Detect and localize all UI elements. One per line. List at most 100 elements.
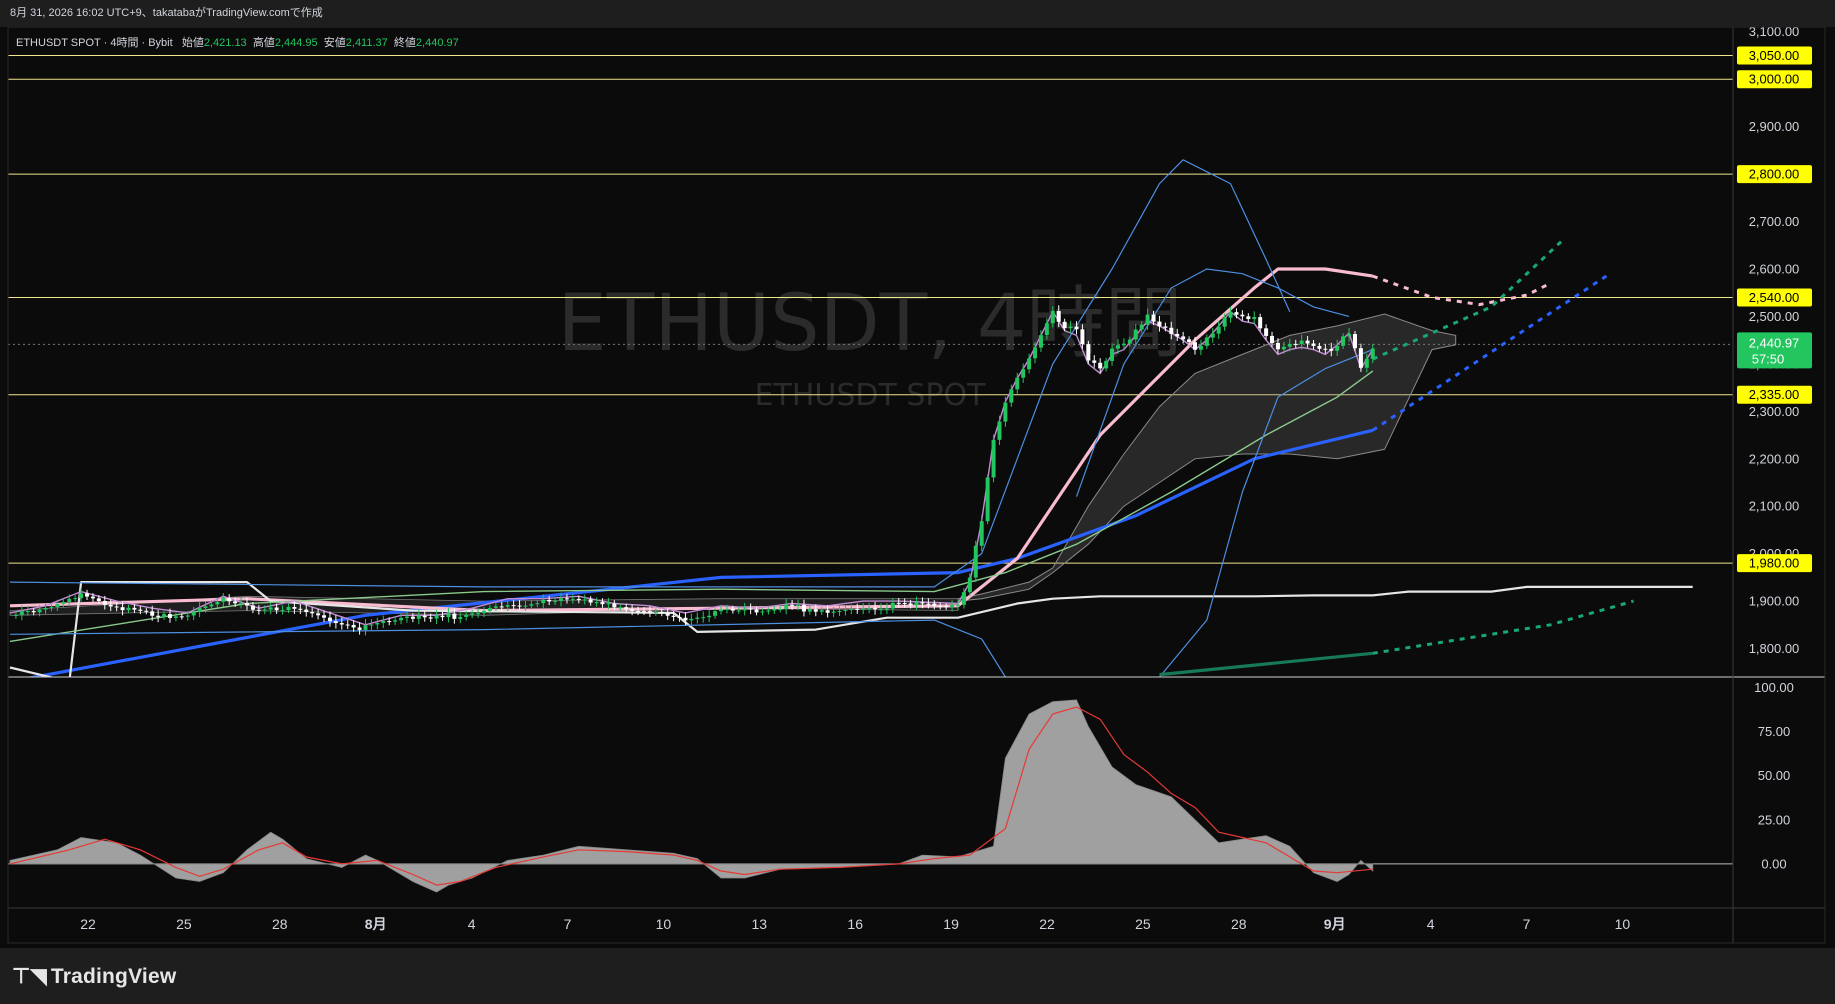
candle-up (13, 614, 18, 616)
candle-up (831, 611, 836, 613)
candle-up (262, 609, 267, 611)
candle-down (938, 606, 943, 608)
candle-down (144, 610, 149, 612)
time-tick-label: 16 (847, 916, 863, 932)
candle-up (215, 601, 220, 605)
time-tick-label: 19 (943, 916, 959, 932)
candle-up (505, 605, 510, 607)
candle-down (1305, 340, 1310, 344)
candle-up (849, 608, 854, 611)
candle-down (636, 610, 641, 612)
candle-up (991, 439, 996, 478)
candle-up (25, 611, 30, 613)
candle-up (618, 607, 623, 609)
candle-up (760, 611, 765, 613)
candle-up (890, 602, 895, 609)
chart-background (0, 0, 1835, 948)
candle-down (138, 609, 143, 611)
candle-up (1364, 358, 1369, 368)
price-tick-label: 1,800.00 (1749, 641, 1800, 656)
candle-up (1281, 346, 1286, 350)
candle-down (671, 615, 676, 617)
candle-up (695, 617, 700, 619)
candle-down (926, 603, 931, 605)
osc-tick-label: 0.00 (1761, 856, 1786, 871)
candle-up (399, 617, 404, 621)
high-value: 2,444.95 (274, 37, 318, 49)
candle-down (156, 615, 161, 617)
countdown-label: 57:50 (1752, 351, 1785, 366)
candle-up (1228, 312, 1233, 318)
time-tick-label: 13 (752, 916, 768, 932)
candle-up (594, 602, 599, 604)
candle-up (559, 598, 564, 602)
candle-up (369, 624, 374, 626)
time-tick-label: 22 (80, 916, 96, 932)
header-caption-bar: 8月 31, 2026 16:02 UTC+9、takatabaがTrading… (0, 0, 1835, 27)
candle-up (1104, 360, 1109, 369)
candle-up (464, 614, 469, 617)
candle-down (677, 616, 682, 618)
candle-down (564, 598, 569, 600)
candle-up (1252, 317, 1257, 320)
tradingview-icon: ⊤◥ (12, 965, 47, 988)
candle-down (108, 604, 113, 607)
level-tag-label: 3,000.00 (1749, 72, 1800, 87)
candle-up (1027, 358, 1032, 370)
candle-down (245, 603, 249, 606)
tradingview-logo[interactable]: ⊤◥ TradingView (12, 964, 176, 989)
candle-up (867, 607, 872, 609)
candle-down (333, 621, 338, 624)
candle-down (1270, 335, 1275, 343)
candle-up (1370, 348, 1375, 359)
candle-down (1056, 311, 1061, 322)
candle-up (1115, 345, 1120, 349)
candle-up (724, 608, 729, 610)
candle-down (547, 599, 552, 602)
price-tick-label: 2,900.00 (1749, 119, 1800, 134)
brand-label: TradingView (50, 965, 177, 988)
candle-up (67, 598, 72, 602)
candle-up (49, 607, 54, 609)
candle-down (410, 616, 415, 619)
close-value: 2,440.97 (415, 37, 459, 49)
price-tick-label: 2,700.00 (1749, 214, 1800, 229)
level-tag-label: 1,980.00 (1749, 556, 1800, 571)
candle-down (428, 617, 433, 619)
candle-up (286, 606, 291, 611)
candle-up (837, 611, 842, 613)
candle-down (31, 611, 36, 613)
candle-up (1127, 339, 1132, 344)
ohlc-legend[interactable]: ETHUSDT SPOT · 4時間 · Bybit 始値2,421.13 高値… (16, 34, 459, 50)
candle-down (85, 593, 90, 597)
candle-down (855, 608, 860, 610)
candle-up (470, 613, 475, 615)
candle-up (37, 609, 42, 613)
time-tick-label: 7 (1523, 916, 1531, 932)
candle-down (576, 598, 581, 601)
candle-up (1198, 345, 1203, 350)
candle-up (1038, 335, 1043, 348)
open-label: 始値 (181, 37, 204, 49)
candle-up (1347, 334, 1352, 337)
low-label: 安値 (323, 37, 346, 49)
candle-down (1086, 344, 1091, 361)
candle-down (167, 614, 172, 618)
candle-down (1234, 312, 1239, 315)
chart-area[interactable]: ETHUSDT, 4時間 ETHUSDT SPOT 3,100.003,050.… (0, 0, 1835, 1004)
candle-up (1133, 329, 1138, 340)
candle-down (896, 602, 901, 604)
candle-down (90, 596, 95, 599)
candle-down (1169, 327, 1174, 334)
candle-up (570, 598, 575, 600)
candle-up (523, 605, 528, 607)
candle-up (914, 602, 919, 606)
candle-up (843, 610, 848, 612)
price-tick-label: 2,500.00 (1749, 309, 1800, 324)
candle-up (956, 604, 960, 606)
candle-down (683, 617, 688, 621)
candle-up (719, 609, 723, 612)
candle-down (1240, 314, 1245, 317)
symbol-label[interactable]: ETHUSDT SPOT · 4時間 · Bybit (16, 37, 173, 49)
candle-up (985, 477, 990, 522)
